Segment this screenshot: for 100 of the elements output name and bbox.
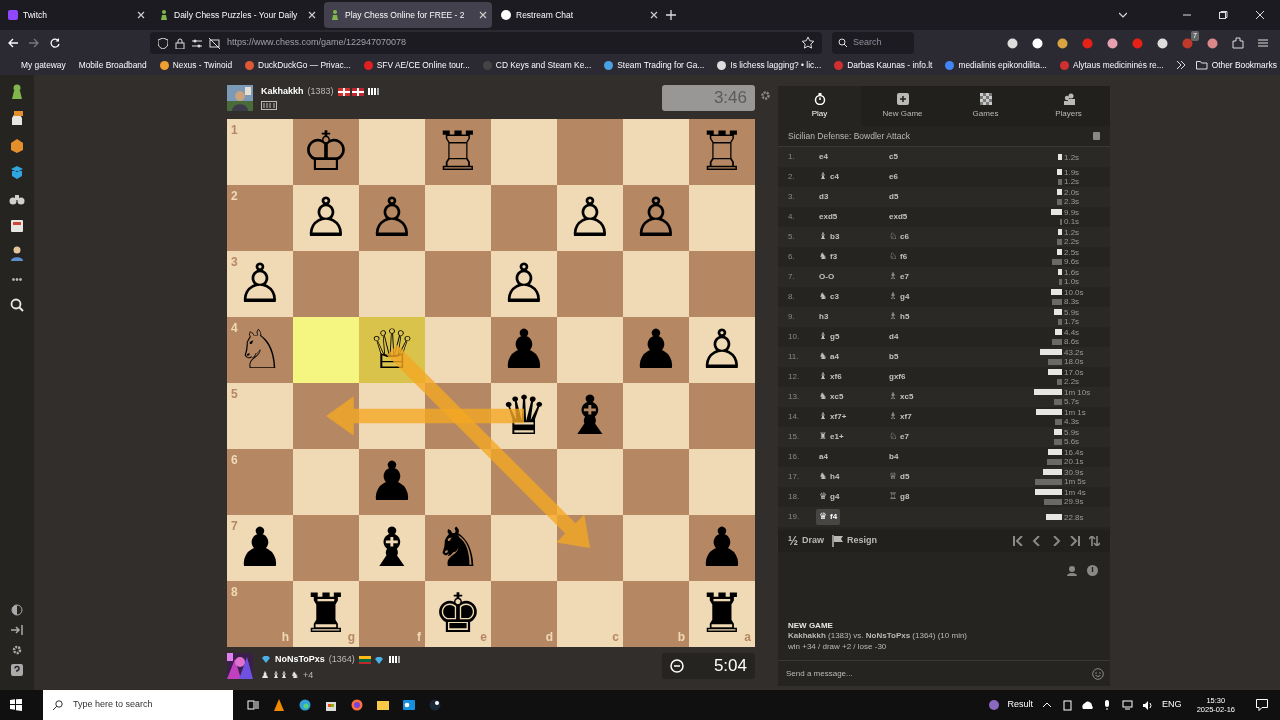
move-notation[interactable]: ♝ xf7+	[816, 409, 850, 425]
move-notation[interactable]: ♞ c3	[816, 289, 842, 305]
shield-icon[interactable]	[158, 37, 168, 49]
extension-icon[interactable]	[1007, 37, 1018, 49]
browser-tab[interactable]: Restream Chat	[495, 2, 663, 28]
puzzle-piece-icon[interactable]	[1232, 37, 1244, 49]
extension-icon[interactable]	[1057, 37, 1068, 49]
chess-piece[interactable]: ♙	[301, 191, 351, 245]
chess-piece[interactable]: ♟	[499, 323, 549, 377]
board-square[interactable]: ♞	[425, 515, 491, 581]
previous-move-icon[interactable]	[1032, 536, 1043, 546]
minimize-icon[interactable]	[1183, 11, 1191, 19]
panel-tab[interactable]: Players	[1027, 86, 1110, 126]
extension-icon[interactable]	[1157, 37, 1168, 49]
move-notation[interactable]: ♗ xc5	[886, 389, 917, 405]
task-view-icon[interactable]	[247, 699, 259, 711]
permissions-icon[interactable]	[192, 37, 202, 49]
person-icon[interactable]	[1066, 565, 1078, 576]
address-bar[interactable]: https://www.chess.com/game/122947070078	[150, 32, 822, 54]
move-notation[interactable]: h3	[816, 310, 832, 324]
close-icon[interactable]	[308, 11, 316, 19]
mail-icon[interactable]	[403, 699, 415, 711]
move-notation[interactable]: exd5	[816, 210, 841, 224]
move-notation[interactable]: a4	[816, 450, 831, 464]
chess-piece[interactable]: ♕	[367, 323, 417, 377]
reload-icon[interactable]	[50, 38, 60, 48]
chevron-down-icon[interactable]	[1119, 12, 1127, 18]
panel-tab[interactable]: Play	[778, 86, 861, 126]
search-box[interactable]: Type here to search	[43, 690, 233, 720]
chess-piece[interactable]: ♟	[697, 521, 747, 575]
bookmark-link[interactable]: DuckDuckGo — Privac...	[245, 59, 351, 72]
board-square[interactable]: ♙	[623, 185, 689, 251]
pawn-icon[interactable]	[9, 83, 25, 99]
bookmark-link[interactable]: SFV AE/CE Online tour...	[363, 59, 470, 72]
extension-icon[interactable]	[1107, 37, 1118, 49]
move-notation[interactable]: d5	[886, 190, 902, 204]
chess-piece[interactable]: ♝	[367, 521, 417, 575]
board-square[interactable]: ♝	[557, 383, 623, 449]
close-icon[interactable]	[479, 11, 487, 19]
chess-piece[interactable]: ♝	[565, 389, 615, 443]
move-notation[interactable]: ♘ e7	[886, 429, 912, 445]
emoji-icon[interactable]	[1092, 667, 1104, 680]
move-notation[interactable]: ♞ xc5	[816, 389, 847, 405]
last-move-icon[interactable]	[1070, 536, 1081, 546]
traffic-cone-icon[interactable]	[273, 699, 285, 711]
move-notation[interactable]: c5	[886, 150, 901, 164]
cube-icon[interactable]	[9, 137, 25, 153]
move-notation[interactable]: e4	[816, 150, 831, 164]
close-icon[interactable]	[137, 11, 145, 19]
store-icon[interactable]	[325, 699, 337, 711]
move-notation[interactable]: ♖ g8	[886, 489, 913, 505]
first-move-icon[interactable]	[1013, 536, 1024, 546]
move-notation[interactable]: b5	[886, 350, 902, 364]
bookmark-link[interactable]: medialinis epikondilita...	[945, 59, 1047, 72]
move-notation[interactable]: exd5	[886, 210, 911, 224]
draw-button[interactable]: ½ Draw	[788, 532, 825, 550]
chess-piece[interactable]: ♖	[433, 125, 483, 179]
windows-logo-icon[interactable]	[10, 699, 22, 711]
settings-icon[interactable]	[760, 90, 771, 102]
network-icon[interactable]	[1122, 699, 1134, 711]
collapse-icon[interactable]	[11, 624, 23, 636]
chevrons-right-icon[interactable]	[1176, 61, 1186, 70]
move-notation[interactable]: e6	[886, 170, 901, 184]
chess-piece[interactable]: ♛	[499, 389, 549, 443]
flip-board-icon[interactable]	[1089, 536, 1100, 546]
board-square[interactable]: ♙	[689, 317, 755, 383]
chess-piece[interactable]: ♞	[433, 521, 483, 575]
next-move-icon[interactable]	[1051, 536, 1062, 546]
bookmark-link[interactable]: Mobile Broadband	[78, 59, 147, 72]
move-notation[interactable]: ♗ h5	[886, 309, 913, 325]
news-icon[interactable]	[9, 218, 25, 234]
chess-piece[interactable]: ♙	[367, 191, 417, 245]
board-square[interactable]: ♙	[491, 251, 557, 317]
back-arrow-icon[interactable]	[8, 38, 19, 48]
player-name[interactable]: Kakhakkh	[261, 85, 304, 99]
chess-piece[interactable]: ♙	[499, 257, 549, 311]
close-icon[interactable]	[1256, 11, 1264, 19]
move-notation[interactable]: ♞ f3	[816, 249, 841, 265]
search-field[interactable]: Search	[832, 32, 914, 54]
star-icon[interactable]	[802, 37, 814, 49]
board-square[interactable]: ♟	[491, 317, 557, 383]
restore-icon[interactable]	[1219, 10, 1228, 20]
board-square[interactable]: ♙	[293, 185, 359, 251]
browser-tab[interactable]: Twitch	[2, 2, 150, 28]
move-notation[interactable]: ♘ f6	[886, 249, 911, 265]
browser-tab[interactable]: Daily Chess Puzzles - Your Daily	[153, 2, 321, 28]
browser-icon[interactable]	[299, 699, 311, 711]
move-notation[interactable]: ♜ e1+	[816, 429, 847, 445]
resign-button[interactable]: Resign	[832, 534, 878, 548]
settings-icon[interactable]	[11, 644, 23, 656]
move-notation[interactable]: ♛ f4	[816, 509, 841, 525]
move-notation[interactable]: gxf6	[886, 370, 909, 384]
move-notation[interactable]: ♛ g4	[816, 489, 843, 505]
chess-piece[interactable]: ♙	[697, 323, 747, 377]
person-icon[interactable]	[9, 245, 25, 261]
url-text[interactable]: https://www.chess.com/game/122947070078	[227, 36, 407, 50]
menu-icon[interactable]	[1258, 38, 1268, 48]
bookmark-link[interactable]: CD Keys and Steam Ke...	[482, 59, 592, 72]
forward-arrow-icon[interactable]	[29, 38, 40, 48]
move-notation[interactable]: ♗ g4	[886, 289, 913, 305]
